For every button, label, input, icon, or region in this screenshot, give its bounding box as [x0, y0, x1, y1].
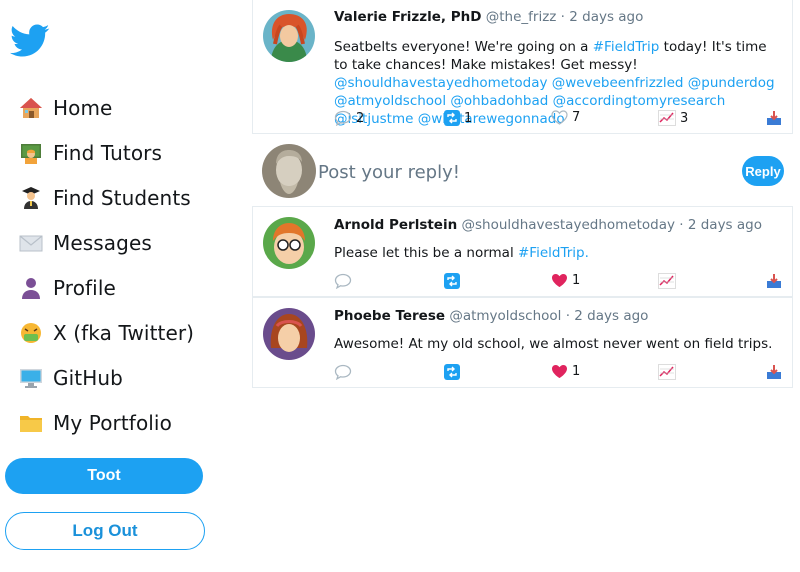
heart-filled-icon: [552, 274, 567, 287]
retweet-count: 1: [464, 110, 473, 126]
sidebar-item-portfolio[interactable]: My Portfolio: [18, 400, 194, 445]
author-handle[interactable]: @shouldhavestayedhometoday: [462, 217, 675, 233]
stats-action[interactable]: [658, 273, 676, 289]
comment-icon: [334, 110, 352, 126]
retweet-action[interactable]: [444, 273, 460, 289]
sidebar-item-label: Home: [53, 95, 113, 120]
like-action[interactable]: 1: [551, 364, 580, 379]
heart-filled-icon: [552, 365, 567, 378]
tweet-actions: 1: [334, 364, 782, 382]
chart-icon: [658, 364, 676, 380]
sidebar-item-label: Find Students: [53, 185, 191, 210]
like-count: 1: [572, 364, 581, 379]
author-name[interactable]: Valerie Frizzle, PhD: [334, 9, 481, 25]
tweet-time: · 2 days ago: [556, 9, 644, 25]
tweet-text-part: Seatbelts everyone! We're going on a: [334, 39, 593, 55]
tweet-header: Arnold Perlstein @shouldhavestayedhometo…: [334, 216, 782, 234]
like-action[interactable]: 1: [551, 273, 580, 288]
teacher-icon: [18, 140, 44, 166]
author-handle[interactable]: @the_frizz: [486, 9, 557, 25]
stats-count: 3: [680, 110, 689, 126]
share-icon: [767, 111, 781, 125]
current-user-avatar[interactable]: [262, 144, 316, 198]
stats-action[interactable]: 3: [658, 110, 688, 126]
sidebar-item-label: Messages: [53, 230, 152, 255]
hashtag-link[interactable]: #FieldTrip.: [518, 245, 589, 261]
logout-button[interactable]: Log Out: [5, 512, 205, 550]
sidebar-item-home[interactable]: Home: [18, 85, 194, 130]
comment-icon: [334, 273, 352, 289]
folder-icon: [18, 410, 44, 436]
like-action[interactable]: 7: [551, 110, 580, 125]
reply-tweet: Arnold Perlstein @shouldhavestayedhometo…: [252, 206, 793, 297]
sidebar-item-label: X (fka Twitter): [53, 320, 195, 345]
reply-input[interactable]: [318, 160, 718, 184]
sidebar: Home Find Tutors Find Students Messages …: [0, 0, 220, 572]
like-count: 1: [572, 273, 581, 288]
stats-action[interactable]: [658, 364, 676, 380]
retweet-icon: [444, 273, 460, 289]
tweet-text-part: Awesome! At my old school, we almost nev…: [334, 336, 773, 352]
like-count: 7: [572, 110, 581, 125]
tweet-text: Awesome! At my old school, we almost nev…: [334, 335, 782, 353]
sidebar-item-label: Profile: [53, 275, 116, 300]
sidebar-item-label: My Portfolio: [53, 410, 172, 435]
tweet-actions: 2 1 7 3: [334, 110, 782, 128]
chart-icon: [658, 273, 676, 289]
envelope-icon: [18, 230, 44, 256]
retweet-icon: [444, 364, 460, 380]
avatar[interactable]: [263, 308, 315, 360]
tweet-header: Phoebe Terese @atmyoldschool · 2 days ag…: [334, 307, 782, 325]
reply-composer: Reply: [252, 136, 793, 206]
sidebar-item-label: Find Tutors: [53, 140, 163, 165]
hashtag-link[interactable]: #FieldTrip: [593, 39, 660, 55]
computer-icon: [18, 365, 44, 391]
student-icon: [18, 185, 44, 211]
share-action[interactable]: [766, 110, 782, 126]
sidebar-item-messages[interactable]: Messages: [18, 220, 194, 265]
reply-action[interactable]: [334, 273, 352, 289]
sidebar-item-github[interactable]: GitHub: [18, 355, 194, 400]
reply-button[interactable]: Reply: [742, 156, 784, 186]
twitter-bird-icon[interactable]: [10, 24, 50, 58]
tweet-content: Arnold Perlstein @shouldhavestayedhometo…: [334, 216, 782, 262]
author-name[interactable]: Phoebe Terese: [334, 308, 445, 324]
tweet-content: Phoebe Terese @atmyoldschool · 2 days ag…: [334, 307, 782, 353]
tweet-text: Please let this be a normal #FieldTrip.: [334, 244, 782, 262]
person-icon: [18, 275, 44, 301]
sidebar-item-find-students[interactable]: Find Students: [18, 175, 194, 220]
share-icon: [767, 274, 781, 288]
reply-count: 2: [356, 110, 365, 126]
share-action[interactable]: [766, 364, 782, 380]
tweet-header: Valerie Frizzle, PhD @the_frizz · 2 days…: [334, 8, 782, 26]
retweet-action[interactable]: [444, 364, 460, 380]
avatar[interactable]: [263, 217, 315, 269]
house-icon: [18, 95, 44, 121]
retweet-icon: [444, 110, 460, 126]
chart-icon: [658, 110, 676, 126]
reply-action[interactable]: 2: [334, 110, 364, 126]
tweet-actions: 1: [334, 273, 782, 291]
tweet-time: · 2 days ago: [674, 217, 762, 233]
retweet-action[interactable]: 1: [444, 110, 472, 126]
sidebar-item-profile[interactable]: Profile: [18, 265, 194, 310]
toot-button[interactable]: Toot: [5, 458, 203, 494]
sick-face-icon: [18, 320, 44, 346]
share-action[interactable]: [766, 273, 782, 289]
sidebar-nav: Home Find Tutors Find Students Messages …: [18, 85, 194, 445]
author-name[interactable]: Arnold Perlstein: [334, 217, 457, 233]
tweet-time: · 2 days ago: [561, 308, 649, 324]
comment-icon: [334, 364, 352, 380]
sidebar-item-label: GitHub: [53, 365, 123, 390]
sidebar-item-find-tutors[interactable]: Find Tutors: [18, 130, 194, 175]
reply-action[interactable]: [334, 364, 352, 380]
share-icon: [767, 365, 781, 379]
author-handle[interactable]: @atmyoldschool: [449, 308, 561, 324]
avatar[interactable]: [263, 10, 315, 62]
reply-tweet: Phoebe Terese @atmyoldschool · 2 days ag…: [252, 297, 793, 388]
main-tweet: Valerie Frizzle, PhD @the_frizz · 2 days…: [252, 0, 793, 134]
sidebar-item-x[interactable]: X (fka Twitter): [18, 310, 194, 355]
heart-outline-icon: [551, 110, 568, 125]
tweet-text-part: Please let this be a normal: [334, 245, 518, 261]
